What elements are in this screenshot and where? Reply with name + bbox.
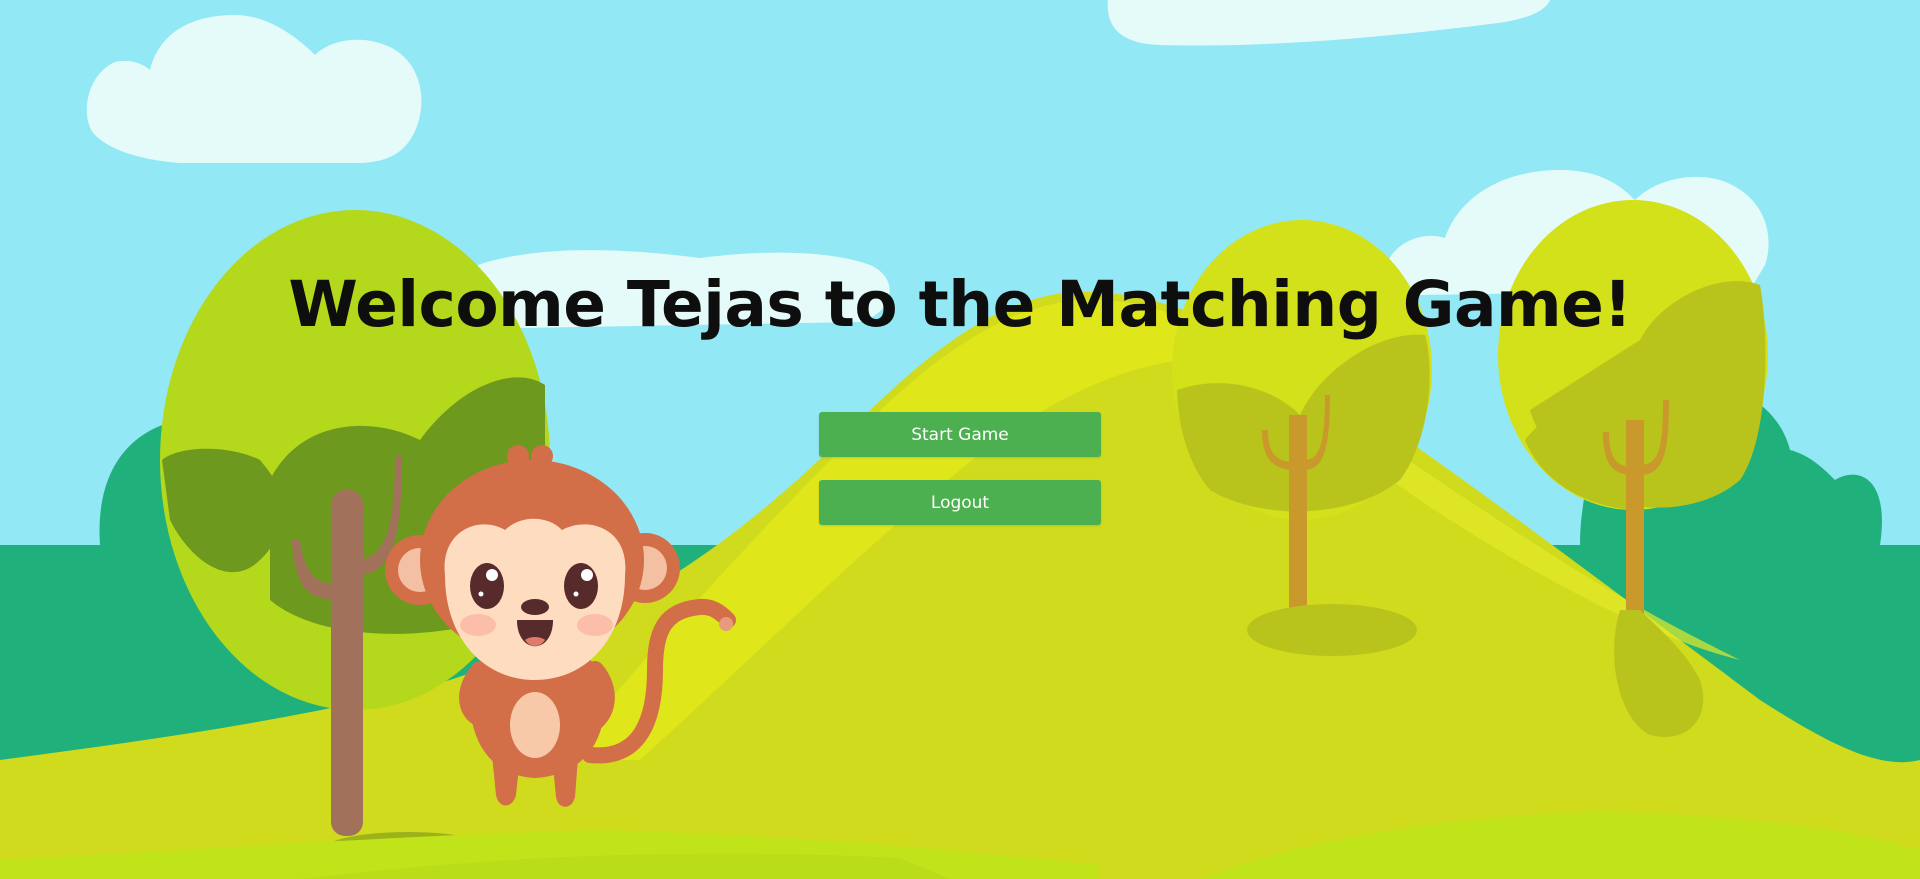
game-welcome-screen: Welcome Tejas to the Matching Game! Star… — [0, 0, 1920, 879]
username: Tejas — [626, 268, 804, 341]
title-suffix: to the Matching Game! — [803, 268, 1632, 341]
logout-button[interactable]: Logout — [819, 480, 1101, 525]
title-prefix: Welcome — [288, 268, 627, 341]
welcome-title: Welcome Tejas to the Matching Game! — [0, 268, 1920, 341]
start-game-button[interactable]: Start Game — [819, 412, 1101, 457]
